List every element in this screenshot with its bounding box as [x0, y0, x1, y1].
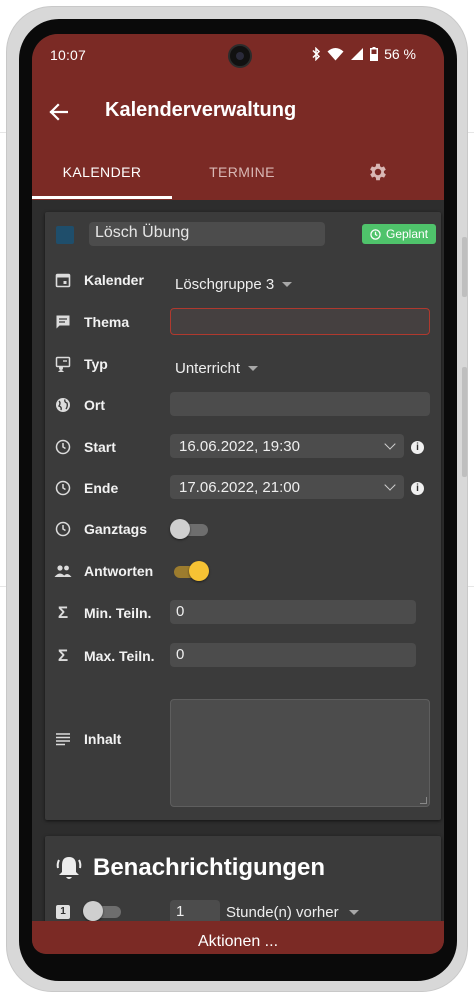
- signal-icon: [351, 48, 364, 60]
- status-badge-label: Geplant: [386, 227, 429, 241]
- label-typ: Typ: [84, 356, 108, 372]
- page-title: Kalenderverwaltung: [105, 99, 297, 121]
- notifications-card: Benachrichtigungen 1 1 Stunde(n) vorher: [45, 836, 441, 921]
- status-bar: 10:07 56 %: [32, 34, 444, 80]
- caret-down-icon: [348, 910, 359, 915]
- chevron-down-icon: [384, 438, 396, 450]
- phone-frame: 10:07 56 % Kalenderverwaltung KALENDER T…: [6, 6, 468, 992]
- globe-icon: [54, 396, 72, 414]
- event-card: Lösch Übung Geplant Kalender Löschgruppe…: [45, 212, 441, 820]
- event-title-input[interactable]: Lösch Übung: [89, 222, 325, 246]
- label-ort: Ort: [84, 397, 105, 413]
- notifications-title: Benachrichtigungen: [93, 854, 326, 881]
- tab-indicator: [32, 196, 172, 199]
- phone-bezel: 10:07 56 % Kalenderverwaltung KALENDER T…: [19, 19, 457, 981]
- label-min-teiln: Min. Teiln.: [84, 605, 152, 621]
- gear-icon: [370, 163, 386, 181]
- label-inhalt: Inhalt: [84, 731, 122, 747]
- sigma-icon: Σ: [57, 603, 69, 622]
- teacher-icon: [54, 355, 72, 373]
- wifi-icon: [327, 48, 344, 61]
- clock-icon: [370, 228, 381, 240]
- row-ende: Ende 17.06.2022, 21:00 i: [45, 471, 441, 505]
- row-ganztags: Ganztags: [45, 512, 441, 546]
- screen: 10:07 56 % Kalenderverwaltung KALENDER T…: [32, 34, 444, 954]
- text-lines-icon: [54, 730, 72, 748]
- row-min-teiln: Σ Min. Teiln. 0: [45, 596, 441, 630]
- info-icon[interactable]: i: [411, 482, 424, 495]
- typ-select-value: Unterricht: [175, 360, 241, 377]
- caret-down-icon: [248, 366, 259, 371]
- tab-bar: KALENDER TERMINE: [32, 144, 444, 200]
- status-time: 10:07: [50, 47, 87, 63]
- event-color-swatch[interactable]: [56, 226, 74, 244]
- notification-unit-select[interactable]: Stunde(n) vorher: [226, 904, 359, 921]
- ort-input[interactable]: [170, 392, 430, 416]
- volume-button: [462, 237, 467, 297]
- thema-input[interactable]: [170, 308, 430, 335]
- camera-cutout: [228, 44, 252, 68]
- chevron-down-icon: [384, 479, 396, 491]
- min-teiln-input[interactable]: 0: [170, 600, 416, 624]
- inhalt-textarea[interactable]: [170, 699, 430, 807]
- ende-datetime-select[interactable]: 17.06.2022, 21:00: [170, 475, 404, 499]
- power-button: [462, 367, 467, 477]
- notification-unit-value: Stunde(n) vorher: [226, 904, 339, 921]
- row-typ: Typ Unterricht: [45, 347, 441, 381]
- bluetooth-icon: [312, 47, 321, 61]
- antworten-toggle[interactable]: [170, 561, 210, 581]
- arrow-back-icon: [49, 103, 68, 121]
- tab-kalender[interactable]: KALENDER: [32, 144, 172, 200]
- row-max-teiln: Σ Max. Teiln. 0: [45, 639, 441, 673]
- back-button[interactable]: [44, 98, 72, 126]
- clock-icon: [54, 520, 72, 538]
- row-start: Start 16.06.2022, 19:30 i: [45, 430, 441, 464]
- max-teiln-input[interactable]: 0: [170, 643, 416, 667]
- label-antworten: Antworten: [84, 563, 154, 579]
- label-ganztags: Ganztags: [84, 521, 148, 537]
- content-area[interactable]: Lösch Übung Geplant Kalender Löschgruppe…: [32, 200, 444, 921]
- battery-percent: 56 %: [384, 46, 416, 62]
- people-icon: [54, 562, 72, 580]
- toggle-thumb: [170, 519, 190, 539]
- start-datetime-select[interactable]: 16.06.2022, 19:30: [170, 434, 404, 458]
- tab-termine[interactable]: TERMINE: [172, 144, 312, 200]
- sigma-icon: Σ: [57, 646, 69, 665]
- comment-icon: [54, 313, 72, 331]
- battery-icon: [370, 47, 379, 61]
- row-thema: Thema: [45, 305, 441, 339]
- ende-datetime-value: 17.06.2022, 21:00: [179, 478, 300, 496]
- label-max-teiln: Max. Teiln.: [84, 648, 155, 664]
- caret-down-icon: [282, 282, 293, 287]
- notification-amount-input[interactable]: 1: [170, 900, 220, 921]
- clock-icon: [54, 479, 72, 497]
- clock-icon: [54, 438, 72, 456]
- row-ort: Ort: [45, 388, 441, 422]
- app-bar: Kalenderverwaltung: [32, 80, 444, 144]
- kalender-select-value: Löschgruppe 3: [175, 276, 275, 293]
- status-badge: Geplant: [362, 224, 437, 244]
- notification-index: 1: [56, 905, 70, 919]
- toggle-thumb: [189, 561, 209, 581]
- calendar-icon: [54, 271, 72, 289]
- notification-row: 1 1 Stunde(n) vorher: [45, 898, 441, 921]
- kalender-select[interactable]: Löschgruppe 3: [175, 276, 293, 293]
- label-ende: Ende: [84, 480, 119, 496]
- actions-button[interactable]: Aktionen ...: [32, 921, 444, 954]
- typ-select[interactable]: Unterricht: [175, 360, 259, 377]
- tab-settings[interactable]: [312, 144, 444, 200]
- notification-toggle[interactable]: [83, 901, 123, 921]
- toggle-thumb: [83, 901, 103, 921]
- start-datetime-value: 16.06.2022, 19:30: [179, 437, 300, 455]
- row-antworten: Antworten: [45, 554, 441, 588]
- ganztags-toggle[interactable]: [170, 519, 210, 539]
- label-start: Start: [84, 439, 116, 455]
- label-kalender: Kalender: [84, 272, 144, 288]
- bell-icon: [56, 857, 82, 879]
- status-icons: 56 %: [311, 46, 416, 62]
- label-thema: Thema: [84, 314, 130, 330]
- notifications-header: Benachrichtigungen: [55, 854, 325, 882]
- info-icon[interactable]: i: [411, 441, 424, 454]
- row-kalender: Kalender Löschgruppe 3: [45, 263, 441, 297]
